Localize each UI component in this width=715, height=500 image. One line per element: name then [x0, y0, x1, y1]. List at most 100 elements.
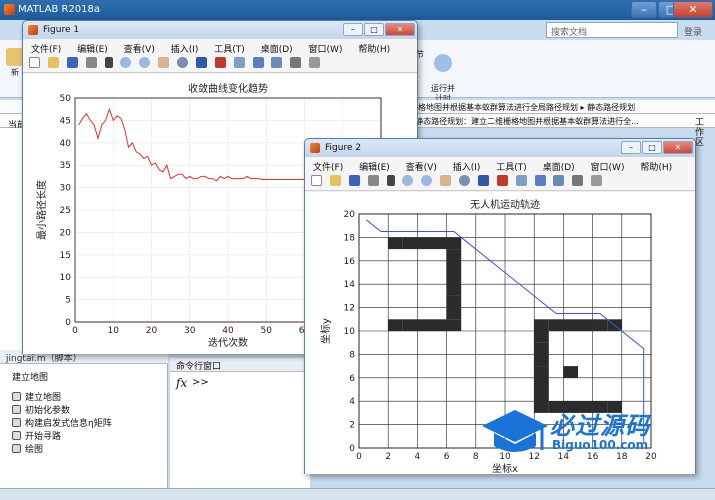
menu-insert[interactable]: 插入(I): [453, 163, 481, 173]
figure2-minimize-button[interactable]: –: [621, 141, 641, 154]
menu-window[interactable]: 窗口(W): [309, 45, 343, 55]
data-cursor-icon[interactable]: [195, 57, 207, 68]
step-item[interactable]: 构建启发式信息η矩阵: [12, 416, 112, 429]
command-window-header: 命令行窗口: [170, 358, 310, 372]
obstacle-cell: [592, 319, 608, 331]
close-button[interactable]: ✕: [673, 1, 713, 18]
rotate-icon[interactable]: [459, 175, 470, 186]
minimize-button[interactable]: –: [631, 1, 657, 18]
sign-in-link[interactable]: 登录: [684, 25, 702, 38]
menu-tools[interactable]: 工具(T): [496, 163, 527, 173]
obstacle-cell: [446, 295, 462, 308]
y-tick-label: 30: [60, 184, 72, 194]
menu-file[interactable]: 文件(F): [31, 45, 61, 55]
y-tick-label: 5: [65, 296, 71, 306]
y-tick-label: 45: [60, 116, 71, 126]
new-figure-icon[interactable]: [29, 57, 40, 68]
menu-desktop[interactable]: 桌面(D): [261, 45, 293, 55]
x-tick-label: 30: [184, 326, 196, 336]
legend-icon[interactable]: [271, 57, 283, 68]
y-tick-label: 0: [65, 318, 71, 328]
menu-edit[interactable]: 编辑(E): [77, 45, 108, 55]
pointer-icon[interactable]: [386, 175, 395, 186]
obstacle-cell: [534, 319, 549, 331]
obstacle-cell: [402, 319, 418, 331]
zoom-in-icon[interactable]: [120, 57, 132, 68]
save-icon[interactable]: [66, 57, 78, 68]
hide-plot-tools-icon[interactable]: [290, 57, 302, 68]
brush-icon[interactable]: [214, 57, 226, 68]
fx-icon[interactable]: fx: [176, 376, 187, 390]
open-icon[interactable]: [329, 175, 341, 186]
show-plot-tools-icon[interactable]: [309, 57, 321, 68]
section-icon: [12, 405, 21, 414]
section-icon: [12, 392, 21, 401]
y-tick-label: 16: [344, 257, 356, 267]
menu-tools[interactable]: 工具(T): [214, 45, 245, 55]
menu-file[interactable]: 文件(F): [313, 163, 343, 173]
pan-icon[interactable]: [440, 175, 452, 186]
pointer-icon[interactable]: [104, 57, 113, 68]
brush-icon[interactable]: [496, 175, 508, 186]
y-tick-label: 8: [349, 350, 355, 360]
run-and-time-button[interactable]: 运行并 计时: [428, 44, 458, 104]
menu-edit[interactable]: 编辑(E): [359, 163, 390, 173]
menu-view[interactable]: 查看(V): [124, 45, 155, 55]
colorbar-icon[interactable]: [252, 57, 264, 68]
figure2-maximize-button[interactable]: □: [642, 141, 662, 154]
figure2-toolbar: [305, 173, 695, 191]
rotate-icon[interactable]: [177, 57, 188, 68]
x-axis-label: 坐标x: [492, 463, 518, 474]
x-tick-label: 0: [356, 452, 362, 462]
obstacle-cell: [534, 342, 549, 355]
legend-icon[interactable]: [553, 175, 565, 186]
obstacle-cell: [402, 237, 418, 250]
zoom-out-icon[interactable]: [421, 175, 433, 186]
obstacle-cell: [446, 249, 462, 261]
matlab-logo-icon: [4, 4, 15, 15]
step-item[interactable]: 建立地图: [12, 390, 61, 403]
link-icon[interactable]: [515, 175, 527, 186]
obstacle-cell: [417, 319, 432, 331]
section-icon: [12, 418, 21, 427]
figure1-close-button[interactable]: ✕: [385, 23, 415, 36]
menu-help[interactable]: 帮助(H): [358, 45, 390, 55]
figure1-menu-bar: 文件(F) 编辑(E) 查看(V) 插入(I) 工具(T) 桌面(D) 窗口(W…: [23, 39, 417, 55]
menu-insert[interactable]: 插入(I): [171, 45, 199, 55]
figure2-close-button[interactable]: ✕: [663, 141, 693, 154]
new-figure-icon[interactable]: [311, 175, 322, 186]
print-icon[interactable]: [367, 175, 379, 186]
menu-window[interactable]: 窗口(W): [591, 163, 625, 173]
figure1-minimize-button[interactable]: –: [343, 23, 363, 36]
obstacle-cell: [534, 331, 549, 343]
new-label: 新: [11, 68, 19, 77]
section-title: 建立地图: [12, 373, 49, 383]
watermark-url: Biguo100.com: [552, 438, 649, 452]
obstacle-cell: [534, 377, 549, 390]
menu-help[interactable]: 帮助(H): [640, 163, 672, 173]
print-icon[interactable]: [85, 57, 97, 68]
y-tick-label: 15: [60, 251, 71, 261]
step-item[interactable]: 开始寻路: [12, 429, 61, 442]
figure1-maximize-button[interactable]: □: [364, 23, 384, 36]
zoom-in-icon[interactable]: [402, 175, 414, 186]
open-icon[interactable]: [47, 57, 59, 68]
y-tick-label: 18: [344, 233, 356, 243]
step-item[interactable]: 初始化参数: [12, 403, 70, 416]
menu-desktop[interactable]: 桌面(D): [543, 163, 575, 173]
show-plot-tools-icon[interactable]: [591, 175, 603, 186]
menu-view[interactable]: 查看(V): [406, 163, 437, 173]
data-cursor-icon[interactable]: [477, 175, 489, 186]
save-icon[interactable]: [348, 175, 360, 186]
matlab-title-bar: MATLAB R2018a – □ ✕: [0, 0, 715, 20]
link-icon[interactable]: [233, 57, 245, 68]
command-prompt[interactable]: >>: [192, 377, 209, 388]
step-item[interactable]: 绘图: [12, 442, 43, 455]
pan-icon[interactable]: [158, 57, 170, 68]
hide-plot-tools-icon[interactable]: [572, 175, 584, 186]
zoom-out-icon[interactable]: [139, 57, 151, 68]
colorbar-icon[interactable]: [534, 175, 546, 186]
workspace-side-tab[interactable]: 工作区: [695, 118, 707, 148]
search-documentation-input[interactable]: 搜索文档: [546, 22, 678, 38]
command-window[interactable]: 命令行窗口 fx >>: [170, 358, 310, 488]
